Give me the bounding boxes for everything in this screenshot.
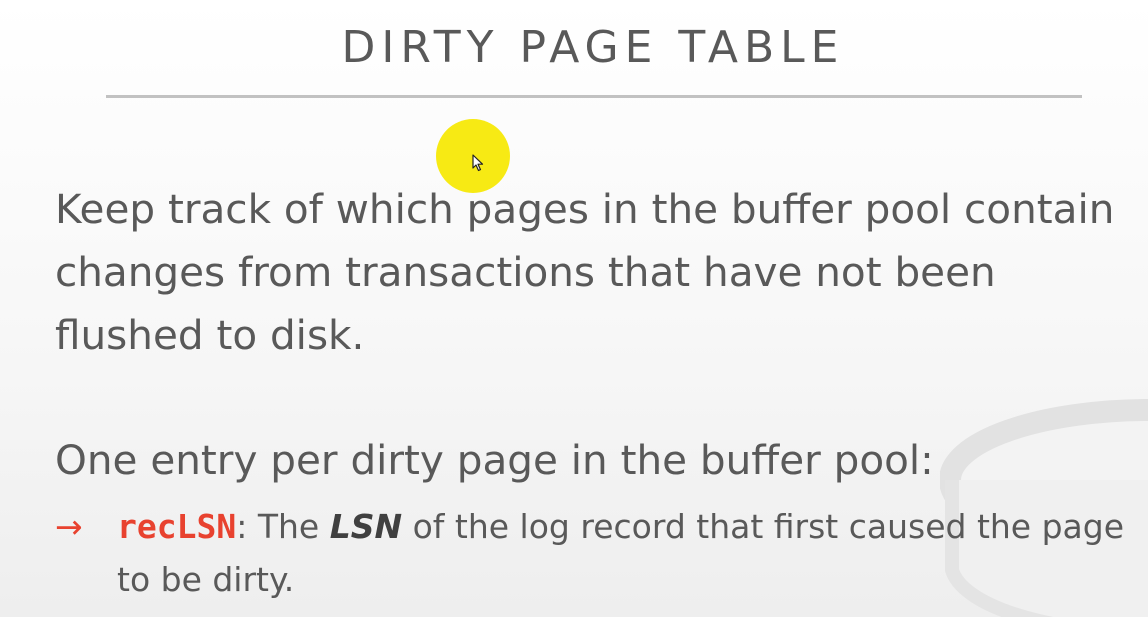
slide-title: DIRTY PAGE TABLE [341,22,845,73]
arrow-bullet-icon: → [55,507,83,546]
bullet-text: recLSN: The LSN of the log record that f… [117,500,1127,606]
title-divider [106,95,1082,98]
reclsn-term: recLSN [117,507,237,546]
entry-intro-text: One entry per dirty page in the buffer p… [55,436,934,484]
bullet-text-before: : The [236,507,330,546]
slide: DIRTY PAGE TABLE Keep track of which pag… [0,0,1148,617]
description-paragraph: Keep track of which pages in the buffer … [55,185,1115,359]
lsn-emphasis: LSN [329,507,403,546]
mouse-cursor-icon [472,154,484,172]
